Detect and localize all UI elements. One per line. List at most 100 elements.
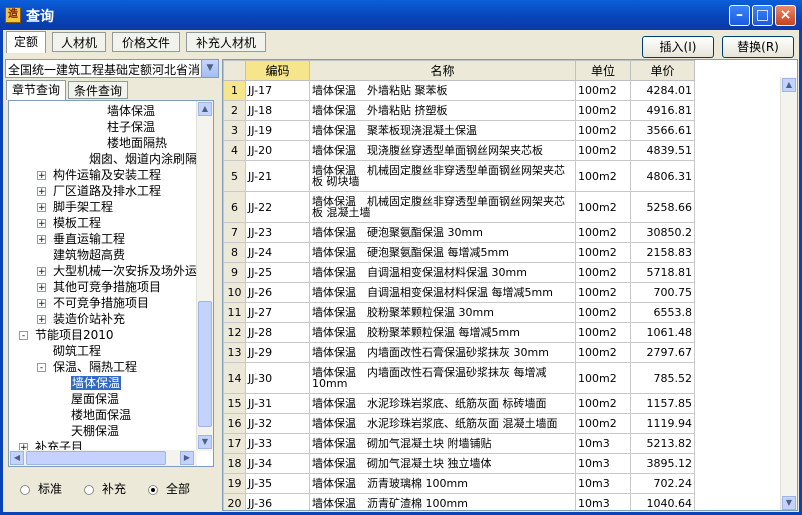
- tree-item[interactable]: 砌筑工程: [37, 343, 101, 359]
- unit-cell[interactable]: 100m2: [575, 393, 631, 414]
- tab-quota[interactable]: 定额: [6, 31, 46, 53]
- name-cell[interactable]: 墙体保温 外墙粘贴 聚苯板: [309, 80, 576, 101]
- code-cell[interactable]: JJ-21: [245, 160, 310, 192]
- unit-cell[interactable]: 100m2: [575, 160, 631, 192]
- code-cell[interactable]: JJ-29: [245, 342, 310, 363]
- tree-item[interactable]: - 保温、隔热工程: [37, 359, 137, 375]
- tab-supplement-lmm[interactable]: 补充人材机: [186, 32, 266, 52]
- minimize-button[interactable]: –: [729, 5, 750, 26]
- close-button[interactable]: ×: [775, 5, 796, 26]
- name-cell[interactable]: 墙体保温 水泥珍珠岩浆底、纸筋灰面 混凝土墙面: [309, 413, 576, 434]
- table-row[interactable]: 4 JJ-20 墙体保温 现浇腹丝穿透型单面钢丝网架夹芯板 100m2 4839.51: [223, 140, 695, 161]
- title-bar[interactable]: 造 查询 – □ ×: [0, 0, 802, 30]
- unit-cell[interactable]: 100m2: [575, 302, 631, 323]
- unit-cell[interactable]: 100m2: [575, 342, 631, 363]
- tree-item[interactable]: - 节能项目2010: [19, 327, 114, 343]
- price-cell[interactable]: 4284.01: [630, 80, 695, 101]
- radio-standard-dot[interactable]: [20, 484, 30, 495]
- code-cell[interactable]: JJ-35: [245, 473, 310, 494]
- header-price[interactable]: 单价: [630, 60, 695, 81]
- header-name[interactable]: 名称: [309, 60, 576, 81]
- table-row[interactable]: 17 JJ-33 墙体保温 砌加气混凝土块 附墙铺贴 10m3 5213.82: [223, 433, 695, 454]
- price-cell[interactable]: 5258.66: [630, 191, 695, 223]
- tree-item[interactable]: 建筑物超高费: [37, 247, 125, 263]
- name-cell[interactable]: 墙体保温 内墙面改性石膏保温砂浆抹灰 30mm: [309, 342, 576, 363]
- scroll-up-icon[interactable]: ▲: [198, 102, 212, 116]
- code-cell[interactable]: JJ-20: [245, 140, 310, 161]
- expand-icon[interactable]: +: [37, 315, 46, 325]
- price-cell[interactable]: 3895.12: [630, 453, 695, 474]
- unit-cell[interactable]: 100m2: [575, 191, 631, 223]
- unit-cell[interactable]: 100m2: [575, 242, 631, 263]
- price-cell[interactable]: 4916.81: [630, 100, 695, 121]
- radio-all[interactable]: 全部: [148, 480, 190, 497]
- code-cell[interactable]: JJ-34: [245, 453, 310, 474]
- price-cell[interactable]: 5718.81: [630, 262, 695, 283]
- replace-button[interactable]: 替换(R): [722, 36, 794, 58]
- code-cell[interactable]: JJ-25: [245, 262, 310, 283]
- tree-vertical-scrollbar[interactable]: ▲ ▼: [196, 101, 213, 451]
- code-cell[interactable]: JJ-24: [245, 242, 310, 263]
- table-row[interactable]: 15 JJ-31 墙体保温 水泥珍珠岩浆底、纸筋灰面 标砖墙面 100m2 1157.8…: [223, 393, 695, 414]
- unit-cell[interactable]: 100m2: [575, 80, 631, 101]
- tree-item[interactable]: + 构件运输及安装工程: [37, 167, 161, 183]
- unit-cell[interactable]: 100m2: [575, 322, 631, 343]
- unit-cell[interactable]: 10m3: [575, 433, 631, 454]
- tree-hscroll-thumb[interactable]: [26, 451, 166, 465]
- tab-price-file[interactable]: 价格文件: [112, 32, 180, 52]
- tree-item[interactable]: 柱子保温: [91, 119, 155, 135]
- tree-item[interactable]: 烟囱、烟道内涂刷隔绝层: [73, 151, 213, 167]
- name-cell[interactable]: 墙体保温 胶粉聚苯颗粒保温 每增减5mm: [309, 322, 576, 343]
- unit-cell[interactable]: 100m2: [575, 120, 631, 141]
- tree-item[interactable]: + 脚手架工程: [37, 199, 113, 215]
- price-cell[interactable]: 30850.2: [630, 222, 695, 243]
- price-cell[interactable]: 1119.94: [630, 413, 695, 434]
- name-cell[interactable]: 墙体保温 机械固定腹丝非穿透型单面钢丝网架夹芯板 砌块墙: [309, 160, 576, 192]
- tree-item[interactable]: + 模板工程: [37, 215, 101, 231]
- table-row[interactable]: 1 JJ-17 墙体保温 外墙粘贴 聚苯板 100m2 4284.01: [223, 80, 695, 101]
- tree-item[interactable]: + 不可竞争措施项目: [37, 295, 149, 311]
- unit-cell[interactable]: 100m2: [575, 222, 631, 243]
- table-row[interactable]: 5 JJ-21 墙体保温 机械固定腹丝非穿透型单面钢丝网架夹芯板 砌块墙 100m2 4…: [223, 160, 695, 192]
- price-cell[interactable]: 2158.83: [630, 242, 695, 263]
- collapse-icon[interactable]: -: [37, 363, 46, 373]
- tree-item[interactable]: + 装造价站补充: [37, 311, 125, 327]
- tree-item[interactable]: 天棚保温: [55, 423, 119, 439]
- name-cell[interactable]: 墙体保温 硬泡聚氨酯保温 30mm: [309, 222, 576, 243]
- expand-icon[interactable]: +: [37, 187, 46, 197]
- unit-cell[interactable]: 10m3: [575, 473, 631, 494]
- tree-item[interactable]: + 其他可竞争措施项目: [37, 279, 161, 295]
- name-cell[interactable]: 墙体保温 自调温相变保温材料保温 每增减5mm: [309, 282, 576, 303]
- name-cell[interactable]: 墙体保温 机械固定腹丝非穿透型单面钢丝网架夹芯板 混凝土墙: [309, 191, 576, 223]
- price-cell[interactable]: 1157.85: [630, 393, 695, 414]
- scroll-down-icon[interactable]: ▼: [198, 435, 212, 449]
- code-cell[interactable]: JJ-22: [245, 191, 310, 223]
- name-cell[interactable]: 墙体保温 砌加气混凝土块 独立墙体: [309, 453, 576, 474]
- name-cell[interactable]: 墙体保温 硬泡聚氨酯保温 每增减5mm: [309, 242, 576, 263]
- code-cell[interactable]: JJ-30: [245, 362, 310, 394]
- price-cell[interactable]: 1040.64: [630, 493, 695, 510]
- table-row[interactable]: 2 JJ-18 墙体保温 外墙粘贴 挤塑板 100m2 4916.81: [223, 100, 695, 121]
- tree-item[interactable]: + 垂直运输工程: [37, 231, 125, 247]
- table-row[interactable]: 14 JJ-30 墙体保温 内墙面改性石膏保温砂浆抹灰 每增减10mm 100m2 78…: [223, 362, 695, 394]
- tab-condition-query[interactable]: 条件查询: [68, 81, 128, 99]
- table-row[interactable]: 12 JJ-28 墙体保温 胶粉聚苯颗粒保温 每增减5mm 100m2 1061.48: [223, 322, 695, 343]
- tree-item[interactable]: 墙体保温: [55, 375, 122, 391]
- price-cell[interactable]: 702.24: [630, 473, 695, 494]
- unit-cell[interactable]: 100m2: [575, 282, 631, 303]
- tree-scroll-thumb[interactable]: [198, 301, 212, 427]
- price-cell[interactable]: 4806.31: [630, 160, 695, 192]
- radio-all-dot[interactable]: [148, 484, 158, 495]
- tree-item[interactable]: 墙体保温: [91, 103, 155, 119]
- name-cell[interactable]: 墙体保温 胶粉聚苯颗粒保温 30mm: [309, 302, 576, 323]
- chapter-tree[interactable]: 墙体保温 柱子保温 楼地面隔热 烟囱、烟道内涂刷隔绝层 + 构件运输及安装工程 + 厂区道路及…: [8, 100, 214, 467]
- unit-cell[interactable]: 100m2: [575, 262, 631, 283]
- table-row[interactable]: 9 JJ-25 墙体保温 自调温相变保温材料保温 30mm 100m2 5718.81: [223, 262, 695, 283]
- name-cell[interactable]: 墙体保温 砌加气混凝土块 附墙铺贴: [309, 433, 576, 454]
- name-cell[interactable]: 墙体保温 外墙粘贴 挤塑板: [309, 100, 576, 121]
- header-code[interactable]: 编码: [245, 60, 310, 81]
- table-row[interactable]: 11 JJ-27 墙体保温 胶粉聚苯颗粒保温 30mm 100m2 6553.8: [223, 302, 695, 323]
- scroll-left-icon[interactable]: ◀: [10, 451, 24, 465]
- chevron-down-icon[interactable]: ▼: [201, 60, 218, 77]
- price-cell[interactable]: 5213.82: [630, 433, 695, 454]
